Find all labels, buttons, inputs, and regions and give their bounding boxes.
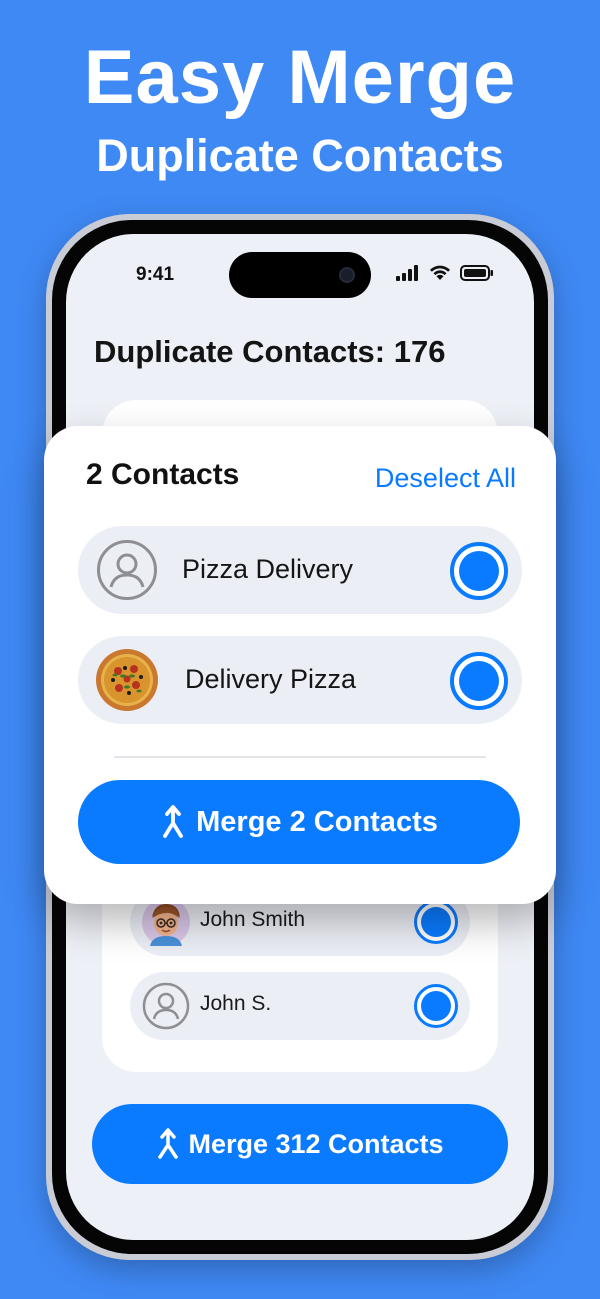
contact-name: Delivery Pizza <box>185 664 357 694</box>
selected-checkbox[interactable] <box>450 542 508 600</box>
person-placeholder-icon <box>142 982 190 1030</box>
page-title: Duplicate Contacts: 176 <box>94 334 446 369</box>
list-item[interactable]: Pizza Delivery <box>78 526 522 614</box>
headline: Easy Merge <box>83 35 517 120</box>
signal-icon <box>396 264 418 281</box>
merge-arrow-icon <box>158 1128 179 1159</box>
merge-selection-card: 2 Contacts Deselect All Pizza Delivery D… <box>44 426 556 904</box>
merge-contacts-button[interactable]: Merge 2 Contacts <box>78 780 520 864</box>
selected-checkbox[interactable] <box>414 900 458 944</box>
merge-contacts-label: Merge 2 Contacts <box>196 805 438 838</box>
pizza-photo <box>96 649 158 711</box>
contact-name: Pizza Delivery <box>182 554 354 584</box>
divider <box>114 756 486 758</box>
selected-checkbox[interactable] <box>414 984 458 1028</box>
selected-count: 2 Contacts <box>86 458 240 491</box>
merge-all-label: Merge 312 Contacts <box>188 1128 444 1159</box>
list-item[interactable]: John S. <box>130 972 470 1040</box>
memoji-avatar <box>142 898 190 946</box>
person-placeholder-icon <box>96 539 158 601</box>
list-item[interactable]: Delivery Pizza <box>78 636 522 724</box>
status-icons <box>396 264 494 281</box>
wifi-icon <box>430 265 450 280</box>
subheadline: Duplicate Contacts <box>96 130 504 181</box>
selected-checkbox[interactable] <box>450 652 508 710</box>
camera-icon <box>339 267 355 283</box>
status-time: 9:41 <box>136 264 175 285</box>
merge-all-button[interactable]: Merge 312 Contacts <box>92 1104 508 1184</box>
battery-icon <box>460 264 493 281</box>
deselect-all-button[interactable]: Deselect All <box>375 463 516 494</box>
contact-name: John S. <box>200 992 272 1015</box>
contact-name: John Smith <box>200 908 306 931</box>
merge-arrow-icon <box>163 805 184 838</box>
dynamic-island <box>229 252 371 298</box>
